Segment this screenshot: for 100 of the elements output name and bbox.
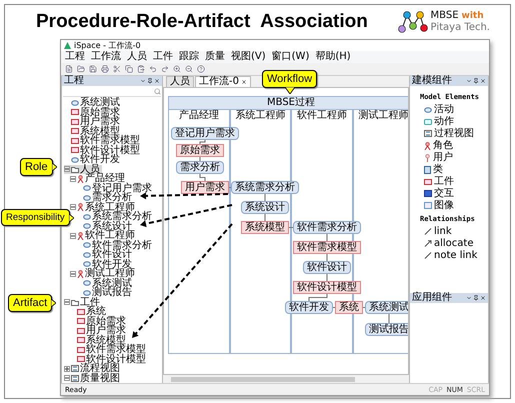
tree-item[interactable]: 工件	[64, 298, 102, 307]
flow-connector	[200, 140, 206, 144]
tree-item[interactable]: 系统设计	[76, 222, 134, 231]
tree-item[interactable]: 产品经理	[70, 174, 127, 184]
tree-item[interactable]: 原始需求	[64, 108, 122, 117]
collapse-icon[interactable]	[70, 270, 76, 277]
document-icon[interactable]	[65, 65, 73, 73]
tree-item[interactable]: 质量视图	[64, 374, 122, 383]
tree-item[interactable]: 软件开发	[76, 260, 134, 269]
menu-item[interactable]: 质量	[205, 51, 225, 63]
tree-item[interactable]: 软件需求模型	[64, 136, 142, 146]
document-icon	[424, 178, 432, 184]
palette-item[interactable]: 过程视图	[420, 128, 488, 139]
menu-item[interactable]: 跟踪	[179, 51, 199, 63]
dropdown-icon[interactable]	[140, 78, 146, 84]
collapse-icon[interactable]	[64, 375, 70, 382]
tree-item[interactable]: 软件工程师	[70, 231, 137, 240]
menu-item[interactable]: 帮助(H)	[315, 51, 351, 63]
tree-item[interactable]: 软件设计模型	[64, 146, 142, 155]
collapse-icon[interactable]	[70, 176, 76, 182]
palette-item[interactable]: note link	[420, 250, 488, 261]
collapse-icon[interactable]	[64, 299, 70, 306]
menu-item[interactable]: 视图(V)	[231, 51, 266, 63]
person-icon	[77, 270, 84, 278]
tree-item[interactable]: 测试报告	[76, 288, 134, 298]
tree-item[interactable]: 测试工程师	[70, 269, 137, 278]
redo-icon[interactable]	[161, 65, 169, 73]
tree-item[interactable]: 人员	[64, 164, 102, 174]
lane-title: 软件工程师	[296, 110, 348, 122]
undo-icon[interactable]	[149, 65, 157, 73]
menu-item[interactable]: 人员	[127, 51, 147, 63]
palette-item[interactable]: 类	[420, 164, 488, 175]
collapse-icon[interactable]	[64, 166, 70, 172]
search-field[interactable]	[63, 86, 161, 97]
flow-connector	[228, 187, 232, 188]
tree-item[interactable]: 软件需求分析	[76, 240, 154, 250]
tree-item[interactable]: 系统模型	[70, 336, 128, 345]
palette-item[interactable]: 用户	[420, 152, 488, 163]
dropdown-icon[interactable]	[466, 295, 472, 301]
document-tab[interactable]: 人员	[166, 76, 194, 87]
tree-item[interactable]: 原始需求	[70, 316, 128, 326]
activity-icon	[71, 156, 79, 163]
expand-icon[interactable]	[64, 366, 70, 372]
tree-item[interactable]: 软件开发	[64, 155, 122, 164]
logo-text: Pitaya Tech.	[430, 22, 490, 34]
collapse-icon[interactable]	[70, 204, 76, 210]
lane-title: 产品经理	[178, 110, 220, 122]
tree-item[interactable]: 用户需求	[64, 117, 122, 126]
palette-item[interactable]: 图像	[420, 200, 488, 211]
menu-item[interactable]: 工作流	[91, 51, 121, 63]
palette-item[interactable]: 交互	[420, 188, 488, 199]
folder-icon[interactable]	[77, 65, 85, 73]
tree-item[interactable]: 软件设计	[76, 250, 134, 260]
palette-item[interactable]: 工件	[420, 176, 488, 187]
tree-item[interactable]: 用户需求	[70, 326, 128, 336]
close-icon[interactable]	[154, 78, 160, 84]
copy-icon[interactable]	[125, 65, 133, 73]
tree-item[interactable]: 登记用户需求	[76, 184, 154, 193]
tree-item[interactable]: 系统工程师	[70, 202, 137, 212]
slide-title: Procedure-Role-Artifact Association	[36, 11, 368, 33]
clipboard-icon[interactable]	[137, 65, 145, 73]
activity-icon	[424, 106, 432, 112]
palette-item[interactable]: allocate	[420, 238, 488, 249]
tree-item[interactable]: 系统	[70, 307, 108, 316]
pin-icon[interactable]	[473, 78, 479, 84]
tree-item[interactable]: 需求分析	[76, 193, 134, 202]
zoom-out-icon[interactable]	[185, 65, 193, 73]
tree-item[interactable]: 软件需求模型	[70, 345, 148, 354]
menu-item[interactable]: 工程	[65, 51, 85, 63]
menu-item[interactable]: 窗口(W)	[272, 51, 310, 63]
callout: Artifact	[8, 294, 52, 312]
menu-item[interactable]: 工件	[153, 51, 173, 63]
tree-item[interactable]: 系统测试	[76, 278, 134, 288]
flow-connector	[326, 274, 328, 282]
tree-item[interactable]: 流程视图	[64, 364, 122, 374]
palette-item[interactable]: 角色	[420, 140, 488, 151]
pin-icon[interactable]	[473, 295, 479, 301]
logo-icon	[398, 10, 428, 34]
callout: Responsibility	[1, 209, 70, 226]
activity-node: 登记用户需求	[171, 127, 239, 140]
collapse-icon[interactable]	[70, 232, 76, 239]
dropdown-icon[interactable]	[466, 78, 472, 84]
save-icon[interactable]	[89, 65, 97, 73]
help-icon[interactable]	[197, 65, 205, 73]
tree-item[interactable]: 软件设计模型	[70, 354, 148, 364]
palette-item[interactable]: 动作	[420, 116, 488, 127]
palette-item[interactable]: 活动	[420, 104, 488, 115]
scissors-icon[interactable]	[113, 65, 121, 73]
tree-item[interactable]: 系统需求分析	[76, 212, 154, 222]
zoom-in-icon[interactable]	[173, 65, 181, 73]
panel-title: 应用组件	[412, 293, 452, 303]
document-tab[interactable]: 工作流-0	[195, 76, 251, 87]
tree-item[interactable]: 系统模型	[64, 126, 122, 136]
palette-item[interactable]: link	[420, 226, 488, 237]
printer-icon[interactable]	[101, 65, 109, 73]
pin-icon[interactable]	[147, 78, 153, 84]
close-icon[interactable]	[480, 295, 486, 301]
class-icon	[424, 166, 431, 174]
close-icon[interactable]	[240, 79, 247, 85]
close-icon[interactable]	[480, 78, 486, 84]
